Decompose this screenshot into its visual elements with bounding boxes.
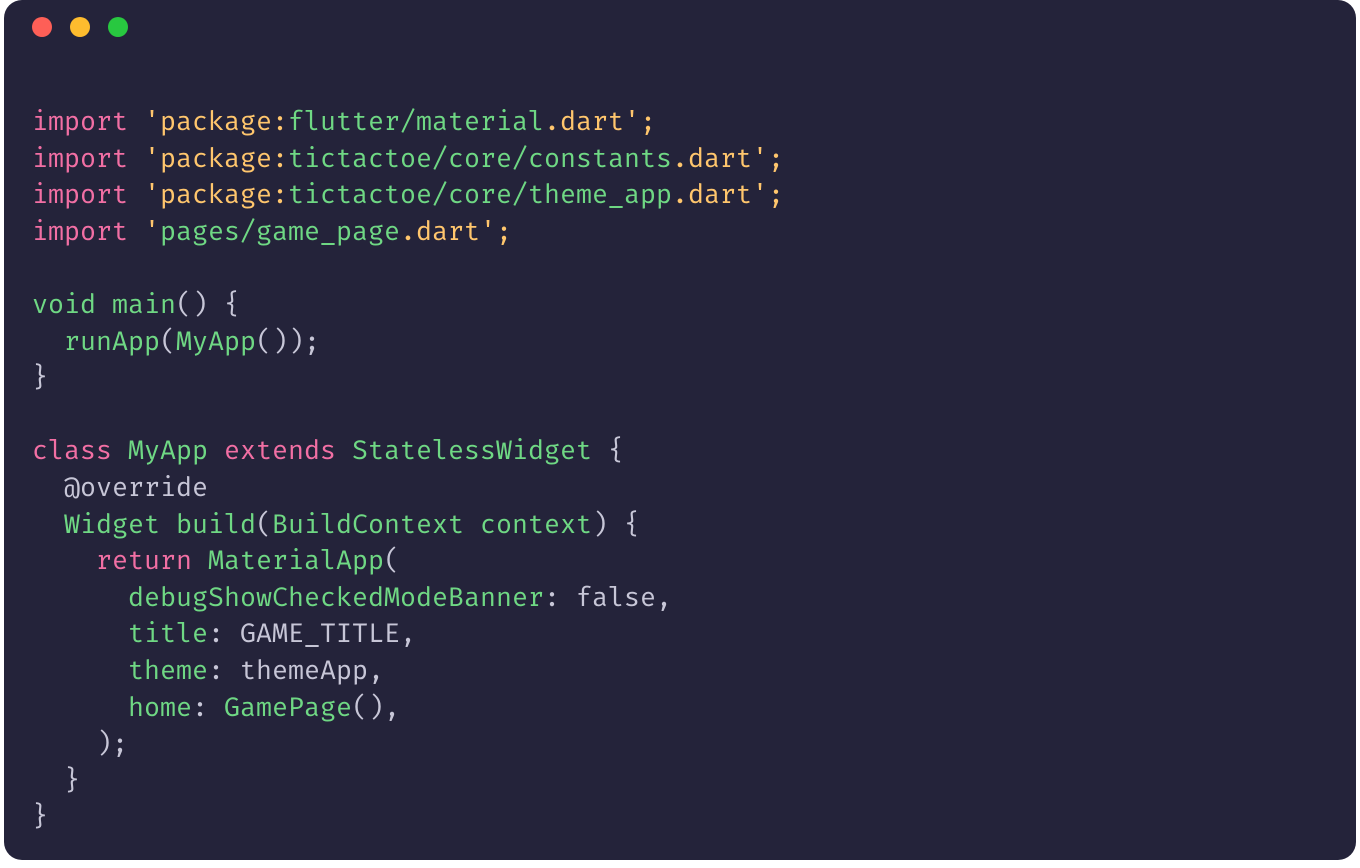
code-area[interactable]: import 'package:flutter/material.dart'; … [4, 54, 1356, 860]
code-window: import 'package:flutter/material.dart'; … [4, 0, 1356, 860]
keyword-import: import [32, 106, 128, 138]
close-icon[interactable] [32, 17, 52, 37]
override-annotation: @override [64, 472, 208, 504]
minimize-icon[interactable] [70, 17, 90, 37]
titlebar [4, 0, 1356, 54]
maximize-icon[interactable] [108, 17, 128, 37]
